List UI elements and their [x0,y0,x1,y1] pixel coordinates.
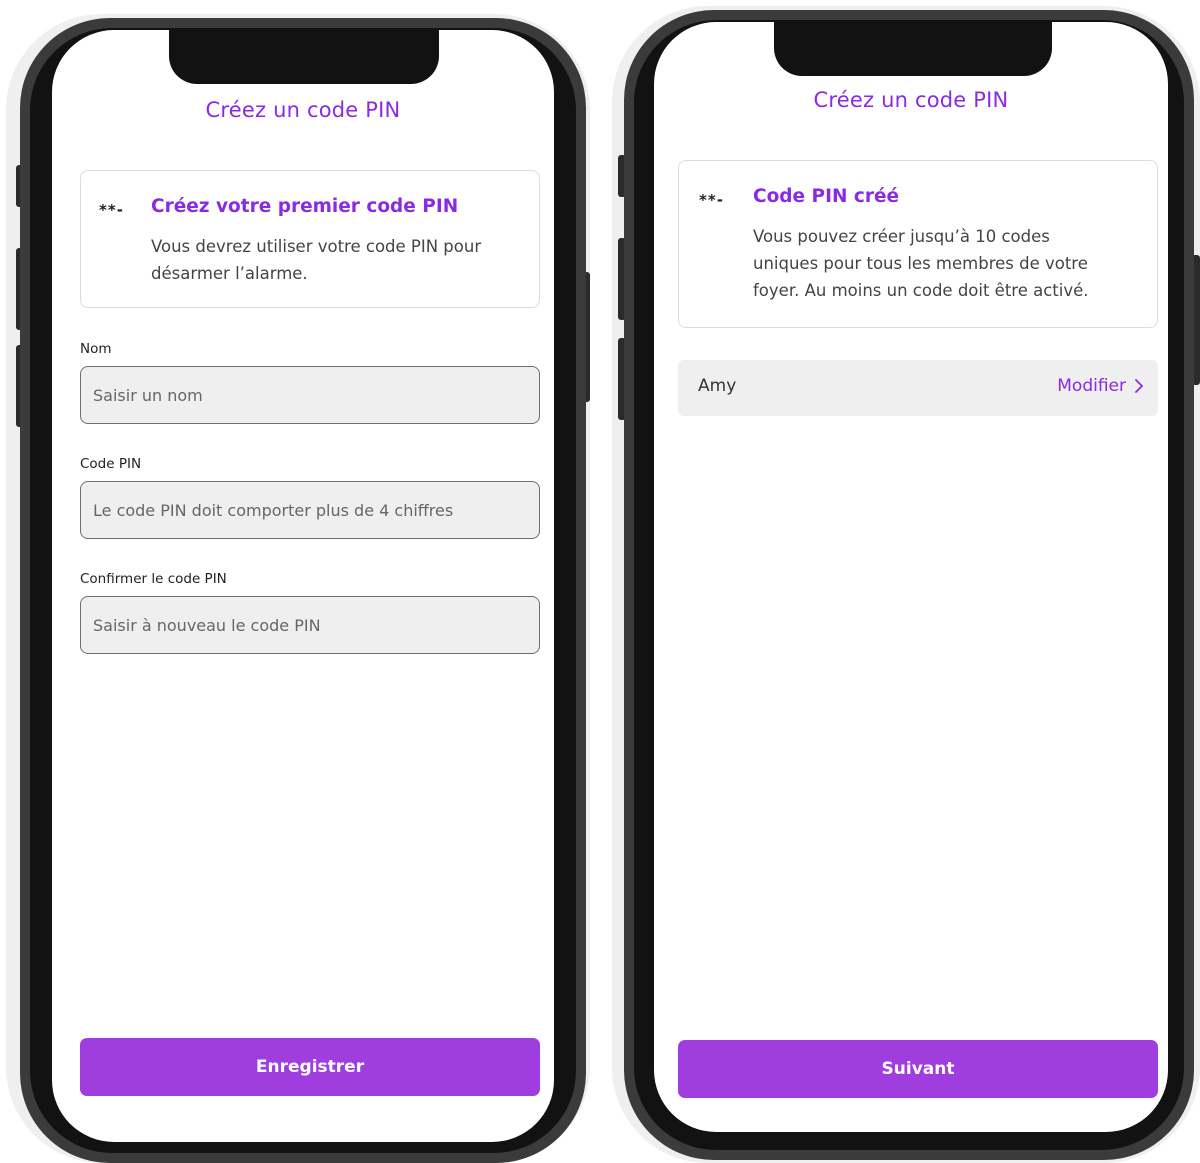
edit-user-label: Modifier [1057,376,1126,396]
info-card-body-line: foyer. Au moins un code doit être activé… [753,281,1089,300]
info-card: **- Créez votre premier code PIN Vous de… [80,170,540,308]
right-phone-screen: Créez un code PIN **- Code PIN créé Vous… [654,22,1168,1132]
left-phone-notch [169,30,439,84]
info-card-body-line: Vous pouvez créer jusqu’à 10 codes [753,227,1050,246]
pin-input[interactable] [80,481,540,539]
name-input[interactable] [80,366,540,424]
confirm-pin-input[interactable] [80,596,540,654]
info-card-heading: Créez votre premier code PIN [151,196,459,217]
page-title: Créez un code PIN [205,98,401,122]
next-button[interactable]: Suivant [678,1040,1158,1098]
right-phone-notch [774,22,1052,76]
left-phone-screen: Créez un code PIN **- Créez votre premie… [52,30,554,1142]
pin-mask-icon: **- [699,191,724,209]
edit-user-link[interactable]: Modifier [1057,376,1144,396]
confirm-pin-label: Confirmer le code PIN [80,571,227,587]
info-card: **- Code PIN créé Vous pouvez créer jusq… [678,160,1158,328]
pin-mask-icon: **- [99,201,124,219]
page-title: Créez un code PIN [813,88,1009,112]
save-button[interactable]: Enregistrer [80,1038,540,1096]
chevron-right-icon [1135,379,1143,393]
info-card-body-line: désarmer l’alarme. [151,264,308,283]
info-card-body-line: uniques pour tous les membres de votre [753,254,1088,273]
info-card-body-line: Vous devrez utiliser votre code PIN pour [151,237,482,256]
name-label: Nom [80,341,112,357]
pin-label: Code PIN [80,456,142,472]
info-card-body: Vous pouvez créer jusqu’à 10 codes uniqu… [753,223,1089,304]
info-card-body: Vous devrez utiliser votre code PIN pour… [151,233,481,287]
user-row[interactable]: Amy Modifier [678,360,1158,416]
user-name: Amy [698,376,737,396]
info-card-heading: Code PIN créé [753,186,900,207]
